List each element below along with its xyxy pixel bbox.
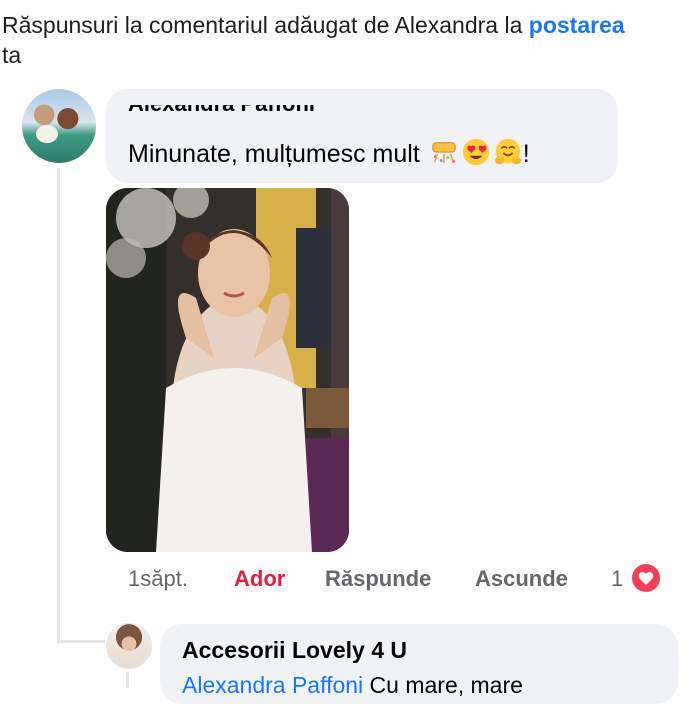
header-suffix: ta (2, 42, 22, 68)
love-button[interactable]: Ador (234, 566, 285, 592)
avatar[interactable] (22, 89, 96, 163)
comment-author-cut[interactable]: Alexandra Paffoni (128, 105, 358, 121)
reply-body: Cu mare, mare (363, 672, 523, 698)
replies-header: Răspunsuri la comentariul adăugat de Ale… (2, 10, 692, 70)
post-link[interactable]: postarea (529, 12, 625, 38)
reply-mention[interactable]: Alexandra Paffoni (182, 672, 363, 698)
comment-actions: 1săpt. Ador Răspunde Ascunde 1 (0, 562, 700, 596)
bride-photo-image (106, 188, 349, 552)
header-text: Răspunsuri la comentariul adăugat de Ale… (2, 12, 529, 38)
heart-icon (632, 564, 660, 592)
hide-button[interactable]: Ascunde (475, 566, 568, 592)
heart-eyes-emoji-icon (462, 138, 489, 166)
reply-text: Alexandra Paffoni Cu mare, mare (182, 672, 523, 699)
comment-bubble[interactable]: Alexandra Paffoni Minunate, mulțumesc mu… (106, 89, 618, 183)
confetti-emoji-icon (431, 142, 456, 164)
comment-author[interactable]: Alexandra Paffoni (128, 105, 315, 117)
comment-timestamp[interactable]: 1săpt. (128, 566, 188, 592)
reply-avatar[interactable] (106, 623, 152, 669)
comment-text: Minunate, mulțumesc mult ! (128, 137, 530, 170)
reply-author[interactable]: Accesorii Lovely 4 U (182, 637, 407, 664)
reply-bubble[interactable]: Accesorii Lovely 4 U Alexandra Paffoni C… (160, 624, 678, 704)
reply-button[interactable]: Răspunde (325, 566, 431, 592)
thread-connector (57, 640, 105, 643)
reaction-badge[interactable] (630, 562, 662, 594)
thread-line-nested (126, 672, 129, 688)
comment-text-body: Minunate, mulțumesc mult (128, 140, 427, 168)
hugging-face-emoji-icon (494, 138, 521, 165)
comment-photo[interactable] (106, 188, 349, 552)
reaction-count[interactable]: 1 (611, 566, 623, 592)
comment-end: ! (522, 140, 530, 168)
bouquet-graphic (36, 125, 58, 143)
